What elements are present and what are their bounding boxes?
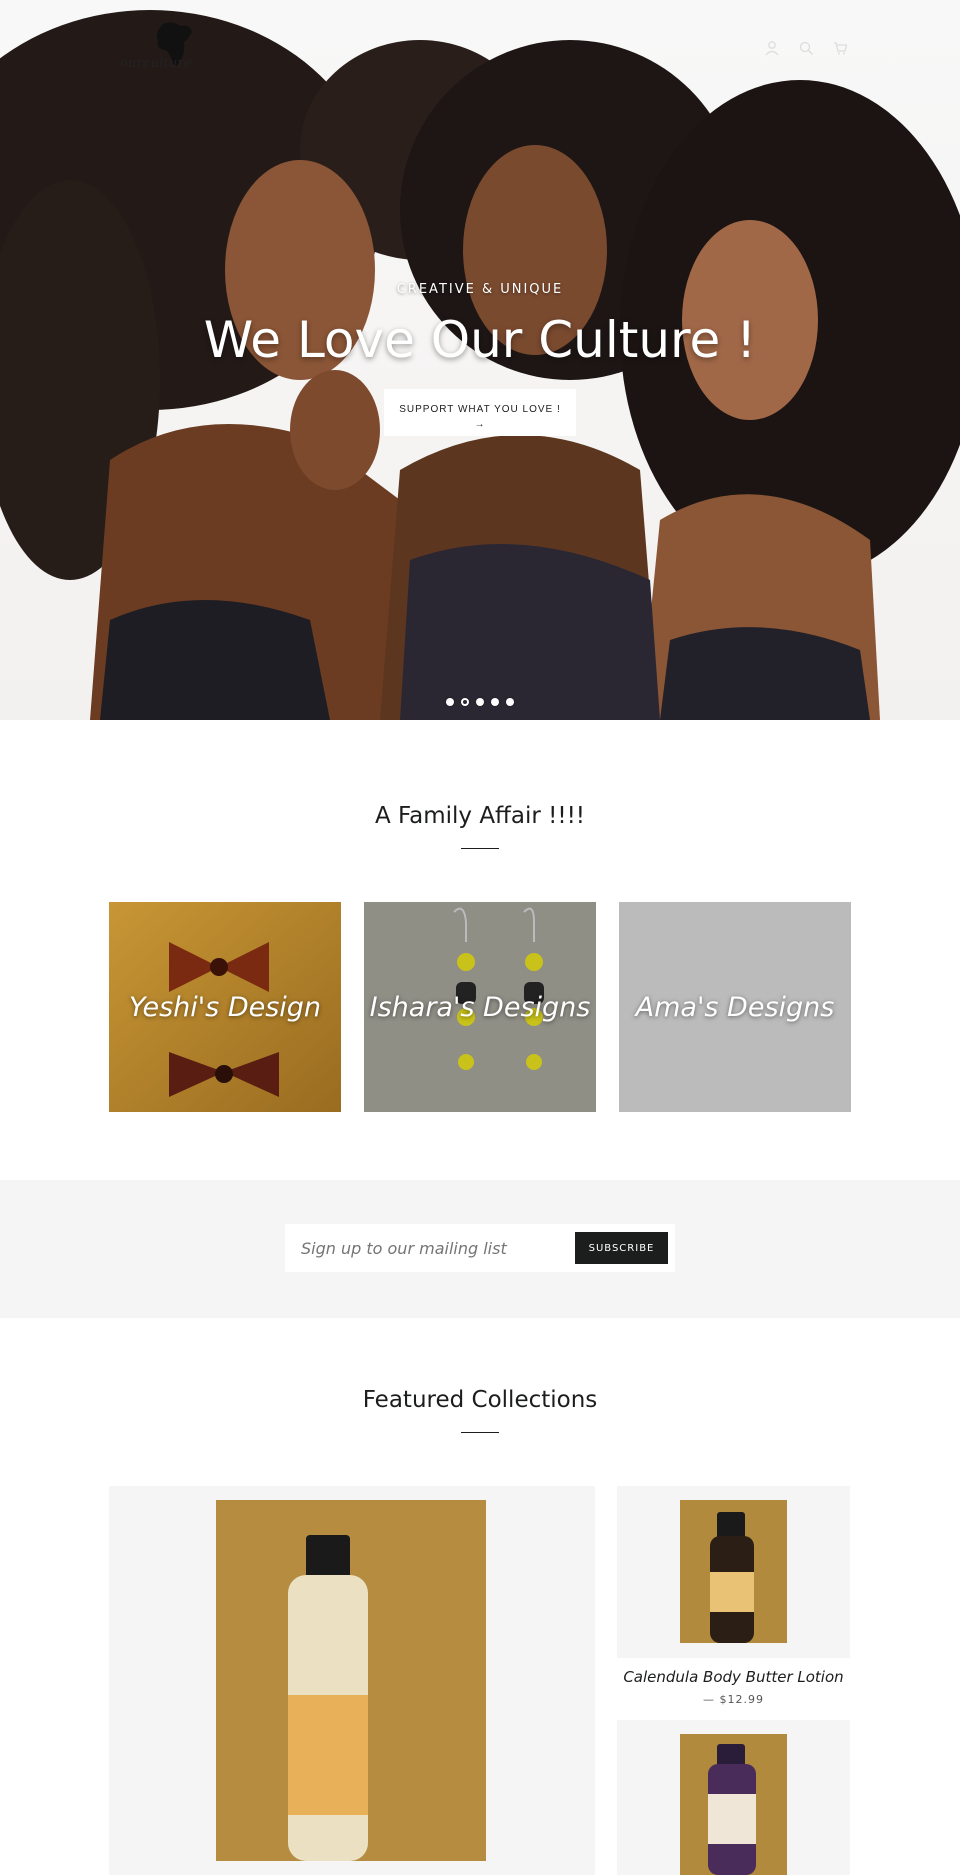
family-section-title: A Family Affair !!!! — [374, 803, 586, 829]
collection-tile-ama[interactable]: Ama's Designs — [619, 902, 851, 1112]
hero-cta-button[interactable]: SUPPORT WHAT YOU LOVE ! → — [384, 389, 576, 436]
newsletter-section: SUBSCRIBE — [0, 1180, 960, 1318]
tile-label: Ishara's Designs — [369, 991, 591, 1023]
featured-section-title: Featured Collections — [362, 1387, 598, 1413]
hero-title: We Love Our Culture ! — [203, 311, 757, 369]
subscribe-button[interactable]: SUBSCRIBE — [575, 1232, 668, 1264]
product-price: — $12.99 — [703, 1693, 764, 1706]
cart-icon[interactable] — [832, 40, 848, 56]
product-title[interactable]: Calendula Body Butter Lotion — [617, 1668, 850, 1686]
featured-product-large[interactable] — [109, 1486, 595, 1875]
collection-tiles: Yeshi's Design Ishara's Designs Ama's De… — [109, 902, 851, 1112]
section-divider — [461, 1432, 499, 1433]
tile-label: Yeshi's Design — [128, 991, 322, 1023]
tile-label: Ama's Designs — [635, 991, 835, 1023]
slide-dots — [0, 698, 960, 706]
newsletter-form: SUBSCRIBE — [285, 1224, 675, 1272]
collection-tile-yeshi[interactable]: Yeshi's Design — [109, 902, 341, 1112]
slide-dot[interactable] — [491, 698, 499, 706]
hero-content: CREATIVE & UNIQUE We Love Our Culture ! … — [0, 282, 960, 436]
slide-dot-active[interactable] — [461, 698, 469, 706]
featured-product-small[interactable] — [617, 1486, 850, 1658]
search-icon[interactable] — [798, 40, 814, 56]
lotion-bottle-image — [216, 1500, 486, 1861]
header-icons — [764, 40, 848, 56]
hero-slideshow: ourculture CREATIVE & UNIQUE We Love Our… — [0, 0, 960, 720]
collection-tile-ishara[interactable]: Ishara's Designs — [364, 902, 596, 1112]
arrow-right-icon: → — [474, 419, 486, 430]
user-icon[interactable] — [764, 40, 780, 56]
hero-cta-label: SUPPORT WHAT YOU LOVE ! — [399, 404, 561, 415]
hero-kicker: CREATIVE & UNIQUE — [396, 282, 564, 297]
slide-dot[interactable] — [506, 698, 514, 706]
featured-product-small[interactable] — [617, 1720, 850, 1875]
logo-text[interactable]: ourculture — [120, 56, 192, 71]
slide-dot[interactable] — [446, 698, 454, 706]
email-input[interactable] — [285, 1224, 575, 1272]
slide-dot[interactable] — [476, 698, 484, 706]
calendula-bottle-image — [680, 1500, 787, 1643]
section-divider — [461, 848, 499, 849]
shampoo-bottle-image — [680, 1734, 787, 1875]
